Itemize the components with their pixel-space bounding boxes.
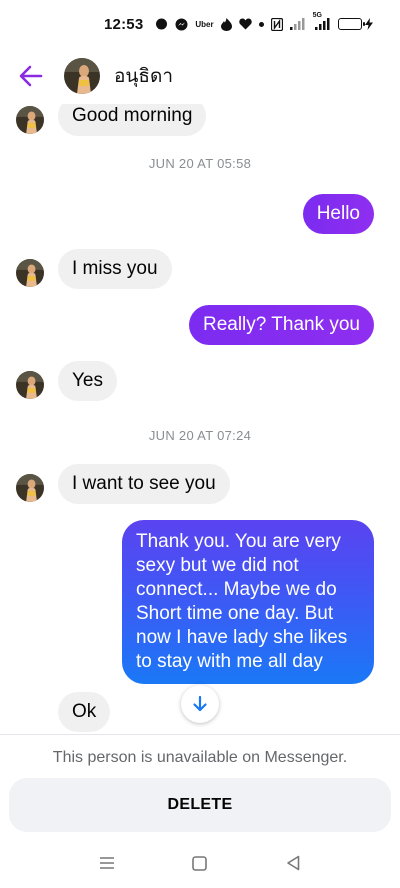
message-bubble[interactable]: Ok: [58, 692, 111, 732]
message-row-outgoing: Hello: [0, 194, 400, 234]
conversation-header: อนุธิดา: [0, 48, 400, 104]
message-row-outgoing: Thank you. You are very sexy but we did …: [0, 520, 400, 684]
message-bubble[interactable]: Hello: [302, 194, 374, 234]
back-button[interactable]: [18, 63, 44, 89]
nfc-icon: [270, 17, 283, 31]
back-nav-button[interactable]: [278, 848, 308, 878]
heart-icon: [238, 18, 252, 30]
profile-photo-icon: [64, 58, 100, 94]
5g-signal-icon: 5G: [313, 12, 331, 30]
home-square-icon: [192, 855, 208, 871]
status-icons: Uber 5G: [155, 12, 373, 31]
message-bubble[interactable]: Yes: [58, 361, 117, 401]
message-bubble[interactable]: Good morning: [58, 104, 207, 136]
message-bubble[interactable]: Thank you. You are very sexy but we did …: [122, 520, 374, 684]
profile-photo-icon: [16, 106, 44, 134]
status-bar: 12:53 Uber 5G: [0, 0, 400, 48]
sender-avatar: [16, 371, 44, 399]
profile-photo-icon: [16, 259, 44, 287]
message-row-outgoing: Really? Thank you: [0, 305, 400, 345]
contact-avatar[interactable]: [64, 58, 100, 94]
delete-button[interactable]: DELETE: [9, 778, 391, 832]
back-arrow-icon: [19, 65, 43, 87]
composer-footer: This person is unavailable on Messenger.…: [0, 734, 400, 838]
sender-avatar: [16, 259, 44, 287]
message-bubble[interactable]: I miss you: [58, 249, 172, 289]
timestamp: JUN 20 AT 07:24: [148, 428, 252, 443]
menu-button[interactable]: [92, 848, 122, 878]
chat-bubble-icon: [155, 18, 168, 31]
message-row-incoming: I want to see you: [0, 464, 400, 504]
unavailable-notice: This person is unavailable on Messenger.: [52, 749, 348, 766]
system-nav-bar: [0, 838, 400, 888]
timestamp: JUN 20 AT 05:58: [148, 156, 252, 171]
tinder-icon: [220, 17, 232, 31]
menu-icon: [99, 857, 114, 869]
signal-icon: [289, 18, 306, 30]
profile-photo-icon: [16, 371, 44, 399]
message-bubble[interactable]: I want to see you: [58, 464, 230, 504]
dot-icon: [258, 21, 264, 27]
status-time: 12:53: [104, 15, 144, 33]
sender-avatar: [16, 106, 44, 134]
contact-name[interactable]: อนุธิดา: [114, 61, 173, 91]
home-button[interactable]: [185, 848, 215, 878]
message-list[interactable]: Good morning JUN 20 AT 05:58 Hello I mis…: [0, 104, 400, 734]
5g-label: 5G: [312, 12, 322, 19]
message-row-incoming: Good morning: [0, 104, 400, 136]
scroll-to-bottom-button[interactable]: [181, 685, 219, 723]
profile-photo-icon: [16, 474, 44, 502]
arrow-down-icon: [193, 695, 207, 712]
back-triangle-icon: [287, 855, 300, 871]
message-bubble[interactable]: Really? Thank you: [188, 305, 374, 345]
uber-icon: Uber: [195, 19, 214, 29]
message-row-incoming: I miss you: [0, 249, 400, 289]
battery-charging-icon: [337, 18, 373, 30]
sender-avatar: [16, 474, 44, 502]
messenger-icon: [175, 18, 188, 31]
message-row-incoming: Yes: [0, 361, 400, 401]
